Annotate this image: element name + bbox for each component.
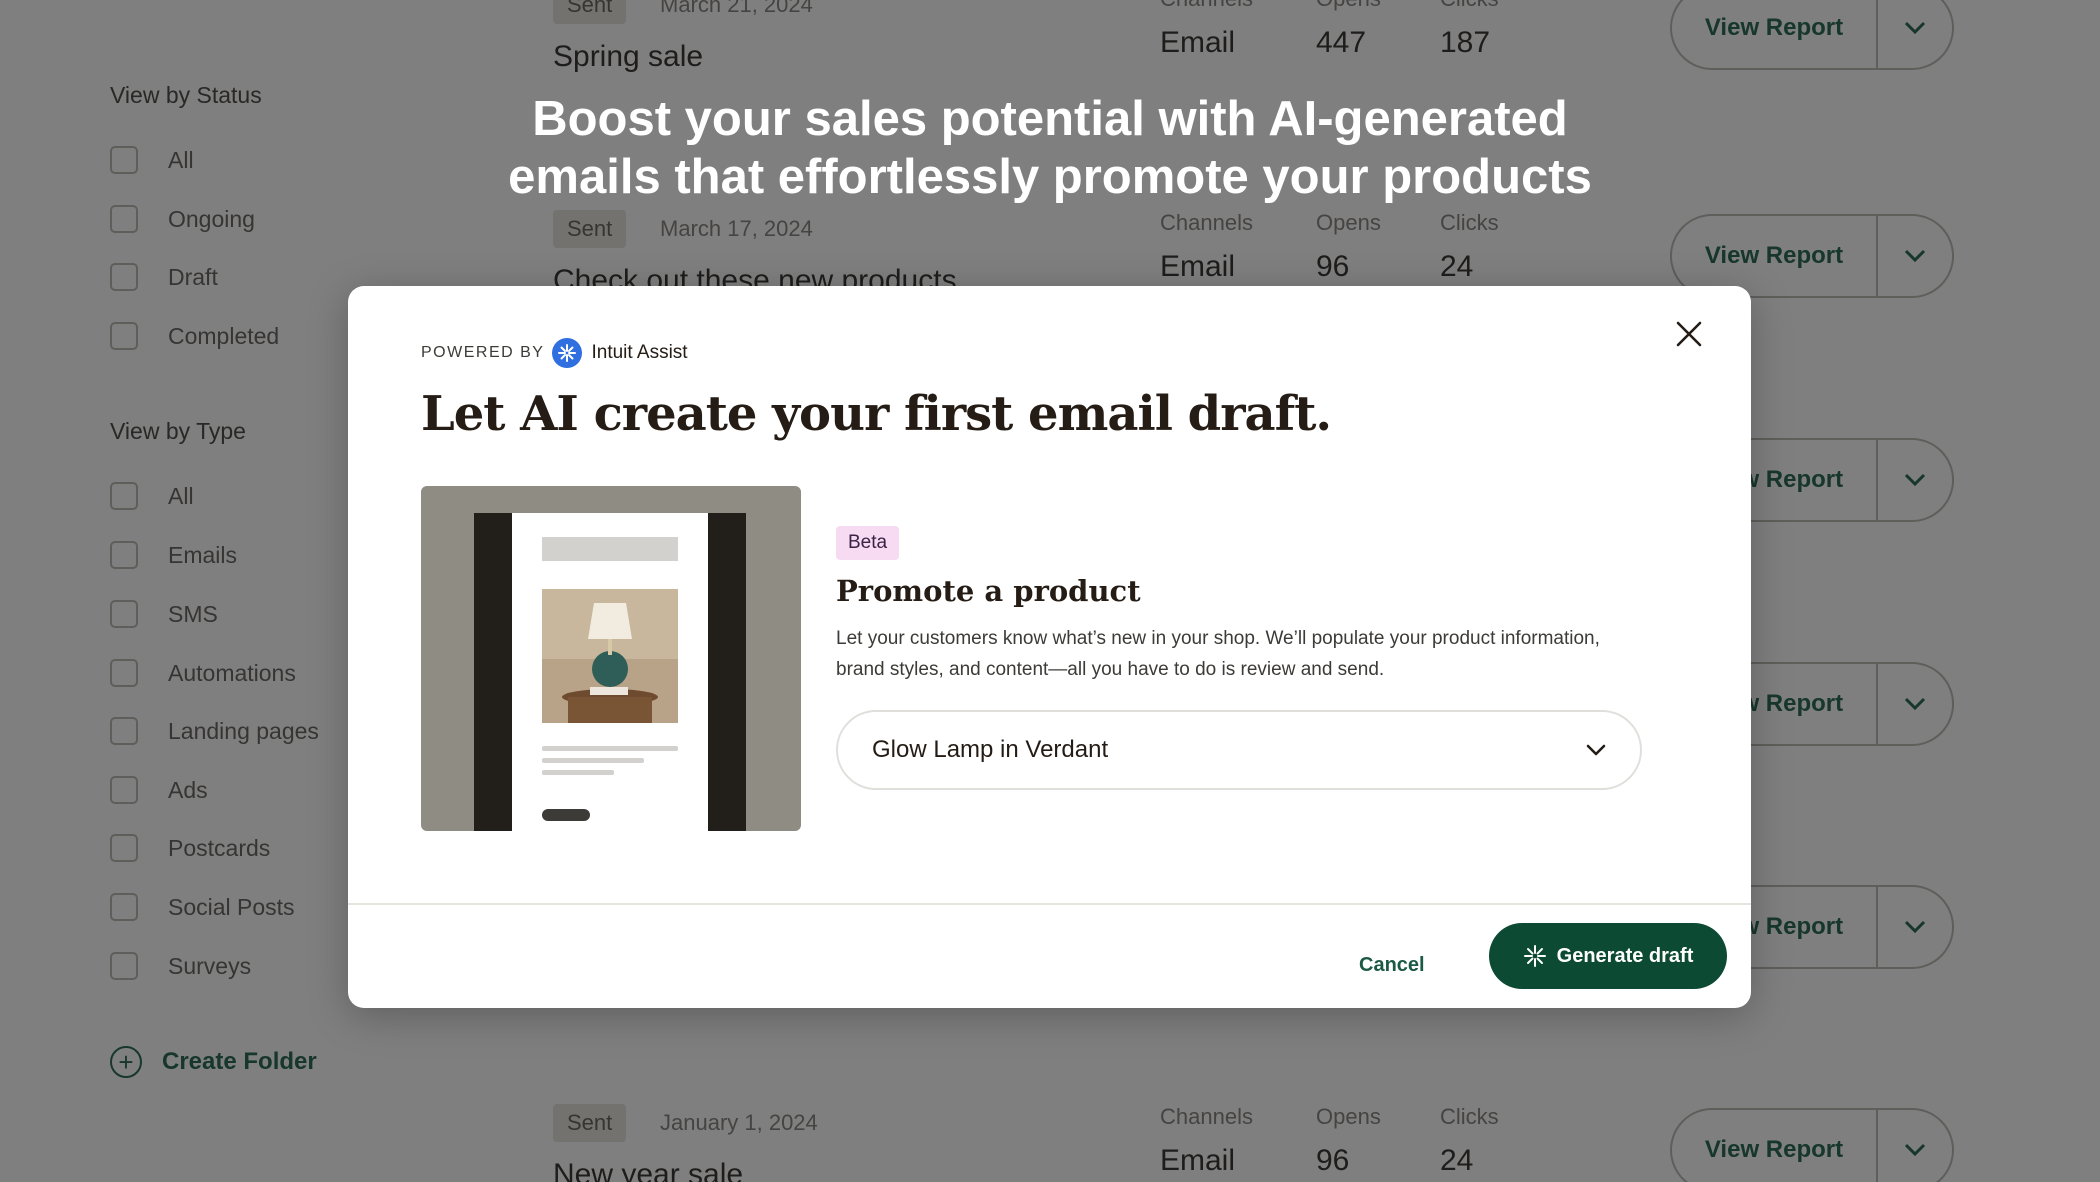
preview-text-line — [542, 770, 614, 775]
preview-text-line — [542, 758, 644, 763]
generate-draft-button[interactable]: Generate draft — [1489, 923, 1727, 989]
preview-frame — [474, 513, 746, 831]
email-preview-illustration — [421, 486, 801, 831]
promo-line-1: Boost your sales potential with AI-gener… — [532, 92, 1568, 146]
promo-line-2: emails that effortlessly promote your pr… — [508, 150, 1592, 204]
lamp-image — [542, 589, 678, 723]
preview-cta-button — [542, 809, 590, 821]
generate-draft-label: Generate draft — [1556, 944, 1694, 967]
section-description: Let your customers know what’s new in yo… — [836, 628, 1600, 680]
ai-draft-modal: POWERED BY Intuit Assist Let AI create y… — [348, 286, 1751, 1008]
section-title: Promote a product — [836, 574, 1141, 608]
preview-text-line — [542, 746, 678, 751]
cancel-button[interactable]: Cancel — [1359, 941, 1425, 989]
beta-badge: Beta — [836, 526, 900, 560]
powered-by-label: POWERED BY — [421, 344, 545, 361]
footer-divider — [348, 903, 1751, 905]
chevron-down-icon — [1586, 744, 1606, 756]
promo-headline: Boost your sales potential with AI-gener… — [0, 90, 2100, 206]
close-icon — [1676, 321, 1702, 347]
product-select[interactable]: Glow Lamp in Verdant — [836, 710, 1642, 790]
powered-by: POWERED BY Intuit Assist — [421, 338, 688, 368]
sparkle-icon — [1523, 944, 1547, 968]
intuit-assist-logo-icon — [552, 338, 583, 368]
brand-name: Intuit Assist — [591, 342, 688, 363]
product-select-value: Glow Lamp in Verdant — [872, 736, 1109, 763]
preview-email — [512, 513, 708, 831]
modal-title: Let AI create your first email draft. — [421, 386, 1332, 442]
preview-header-bar — [542, 537, 678, 561]
close-button[interactable] — [1665, 310, 1713, 358]
